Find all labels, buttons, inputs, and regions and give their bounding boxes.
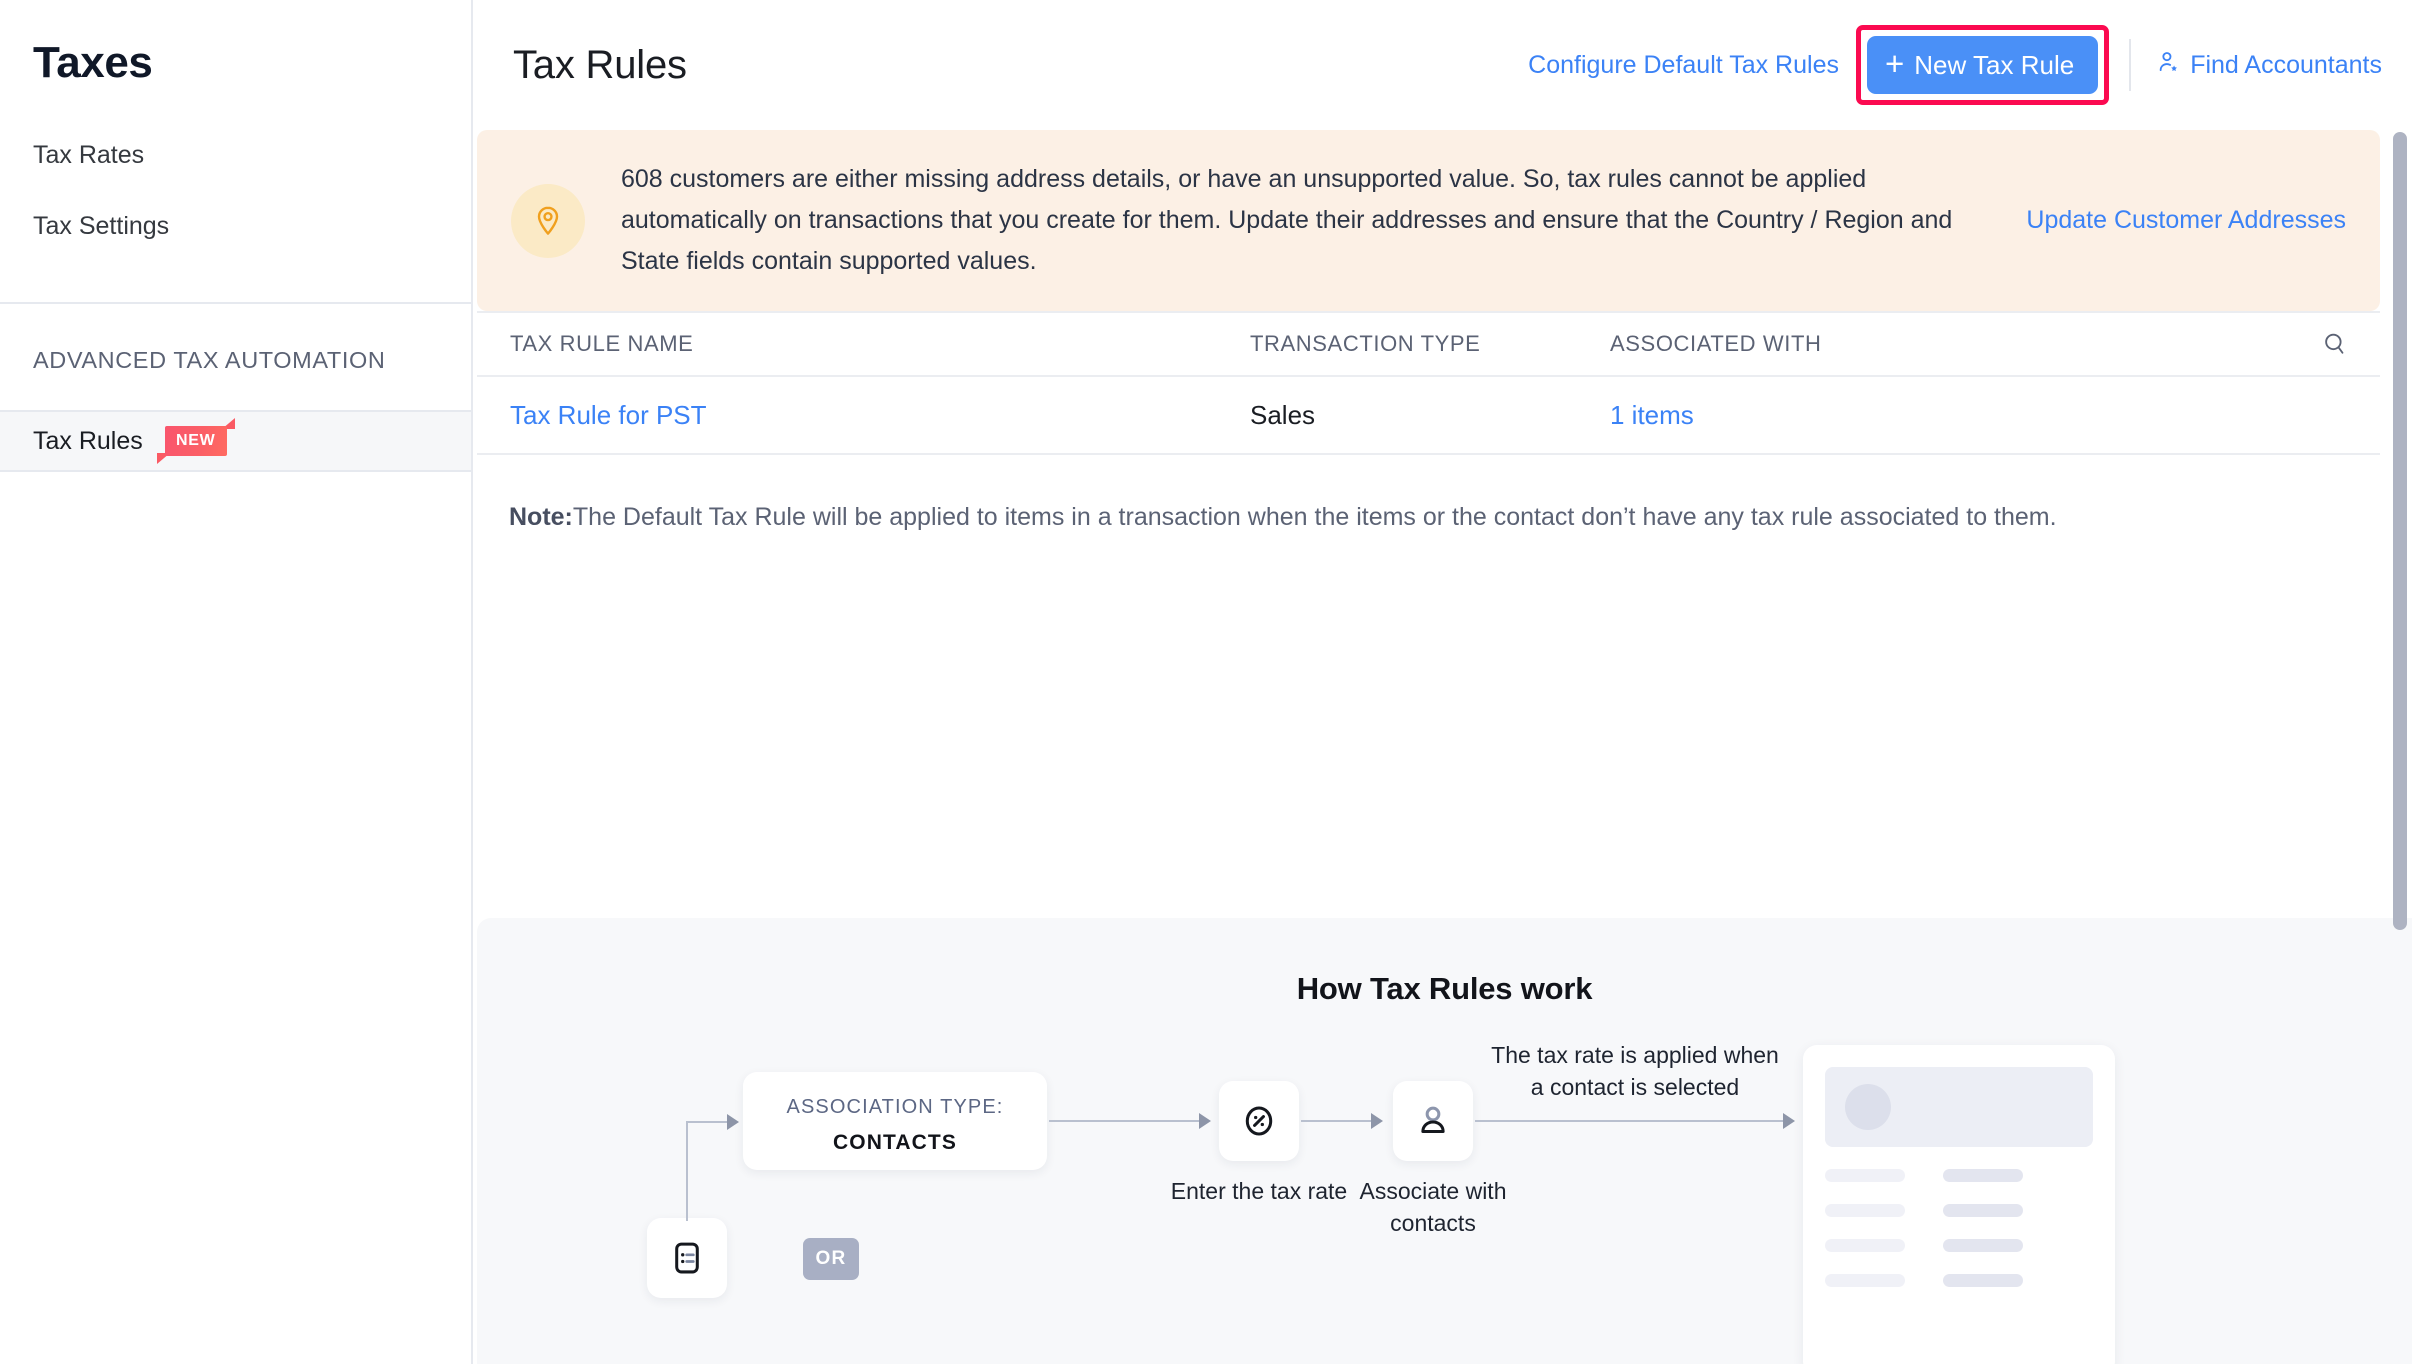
vertical-scrollbar-track[interactable] (2392, 0, 2412, 1364)
app-root: Taxes Tax Rates Tax Settings ADVANCED TA… (0, 0, 2412, 1364)
preview-placeholder-row (1825, 1274, 2093, 1287)
flow-arrow-head (727, 1114, 739, 1130)
flow-connector-horizontal (1049, 1120, 1201, 1122)
sidebar-item-label: Tax Rates (33, 140, 145, 169)
find-accountants-link[interactable]: Find Accountants (2155, 49, 2382, 82)
percent-icon (1245, 1106, 1273, 1136)
configure-default-tax-rules-link[interactable]: Configure Default Tax Rules (1528, 51, 1839, 80)
location-pin-icon (511, 183, 585, 258)
header-actions: Configure Default Tax Rules + New Tax Ru… (1528, 25, 2382, 105)
new-badge-label: NEW (176, 432, 216, 449)
note-label: Note: (509, 503, 573, 531)
table-row[interactable]: Tax Rule for PST Sales 1 items (477, 377, 2380, 455)
flow-connector-horizontal (1475, 1120, 1785, 1122)
person-star-icon (2155, 49, 2181, 82)
new-tax-rule-button[interactable]: + New Tax Rule (1866, 36, 2099, 94)
vertical-scrollbar-thumb[interactable] (2393, 132, 2407, 930)
placeholder-bar (1825, 1274, 1905, 1287)
placeholder-bar (1943, 1274, 2023, 1287)
placeholder-bar (1943, 1204, 2023, 1217)
sidebar-item-tax-rates[interactable]: Tax Rates (0, 120, 471, 190)
association-type-label: ASSOCIATION TYPE: (786, 1096, 1004, 1118)
find-accountants-label: Find Accountants (2190, 50, 2382, 79)
preview-card-header (1825, 1067, 2093, 1147)
association-type-card: ASSOCIATION TYPE: CONTACTS (743, 1072, 1047, 1170)
flow-arrow-head (1371, 1113, 1383, 1129)
sidebar-title: Taxes (33, 38, 153, 87)
sidebar-item-tax-settings[interactable]: Tax Settings (0, 191, 471, 261)
plus-icon: + (1884, 44, 1905, 82)
flow-arrow-head (1783, 1113, 1795, 1129)
new-tax-rule-highlight: + New Tax Rule (1855, 25, 2110, 105)
flow-connector-vertical (686, 1121, 688, 1221)
associated-with-link[interactable]: 1 items (1610, 400, 2352, 431)
main-content: Tax Rules Configure Default Tax Rules + … (473, 0, 2412, 1364)
percent-icon-card (1219, 1081, 1299, 1161)
page-title: Tax Rules (513, 42, 687, 87)
transaction-preview-card (1803, 1045, 2115, 1364)
document-list-icon-card (647, 1218, 727, 1298)
page-header: Tax Rules Configure Default Tax Rules + … (473, 0, 2412, 130)
placeholder-bar (1943, 1169, 2023, 1182)
column-header-associated-with: ASSOCIATED WITH (1610, 331, 1822, 356)
sidebar-item-label: Tax Settings (33, 211, 170, 240)
placeholder-bar (1825, 1169, 1905, 1182)
sidebar-item-label: Tax Rules (33, 426, 143, 455)
default-rule-note: Note:The Default Tax Rule will be applie… (509, 503, 2412, 532)
column-header-transaction-type: TRANSACTION TYPE (1250, 331, 1481, 356)
placeholder-bar (1825, 1239, 1905, 1252)
banner-message: 608 customers are either missing address… (621, 165, 1953, 275)
sidebar: Taxes Tax Rates Tax Settings ADVANCED TA… (0, 0, 473, 1364)
association-type-value: CONTACTS (833, 1131, 957, 1154)
tax-rule-name-link[interactable]: Tax Rule for PST (510, 400, 1250, 431)
flow-connector-horizontal (1301, 1120, 1373, 1122)
contact-person-icon-card (1393, 1081, 1473, 1161)
tax-rules-table: TAX RULE NAME TRANSACTION TYPE ASSOCIATE… (477, 311, 2380, 455)
preview-placeholder-row (1825, 1239, 2093, 1252)
contact-person-icon (1421, 1106, 1445, 1133)
how-section-title: How Tax Rules work (1296, 971, 1593, 1006)
preview-placeholder-row (1825, 1204, 2093, 1217)
flow-arrow-caption: The tax rate is applied when a contact i… (1491, 1042, 1779, 1100)
column-header-tax-rule-name: TAX RULE NAME (510, 331, 694, 356)
placeholder-bar (1943, 1239, 2023, 1252)
search-icon[interactable] (2318, 327, 2352, 361)
or-badge: OR (803, 1238, 859, 1280)
transaction-type-value: Sales (1250, 399, 1316, 430)
note-text: The Default Tax Rule will be applied to … (572, 503, 2057, 531)
new-badge: NEW (156, 418, 235, 464)
flow-connector-horizontal (686, 1121, 730, 1123)
tax-rule-flow-diagram: ASSOCIATION TYPE: CONTACTS OR Enter the … (477, 1042, 2412, 1364)
preview-avatar (1845, 1084, 1891, 1130)
update-customer-addresses-link[interactable]: Update Customer Addresses (1996, 206, 2346, 235)
table-header-row: TAX RULE NAME TRANSACTION TYPE ASSOCIATE… (477, 313, 2380, 377)
how-tax-rules-work-section: How Tax Rules work ASSOCIATION TYPE: CON… (477, 918, 2412, 1364)
document-list-icon (675, 1242, 699, 1274)
step-caption-associate-with-contacts: Associate with contacts (1359, 1178, 1507, 1236)
header-divider (2129, 39, 2132, 91)
preview-placeholder-row (1825, 1169, 2093, 1182)
sidebar-section-label: ADVANCED TAX AUTOMATION (33, 347, 386, 373)
new-tax-rule-label: New Tax Rule (1914, 49, 2075, 80)
address-warning-banner: 608 customers are either missing address… (477, 130, 2380, 311)
placeholder-bar (1825, 1204, 1905, 1217)
sidebar-item-tax-rules[interactable]: Tax Rules NEW (0, 410, 471, 472)
flow-arrow-head (1199, 1113, 1211, 1129)
